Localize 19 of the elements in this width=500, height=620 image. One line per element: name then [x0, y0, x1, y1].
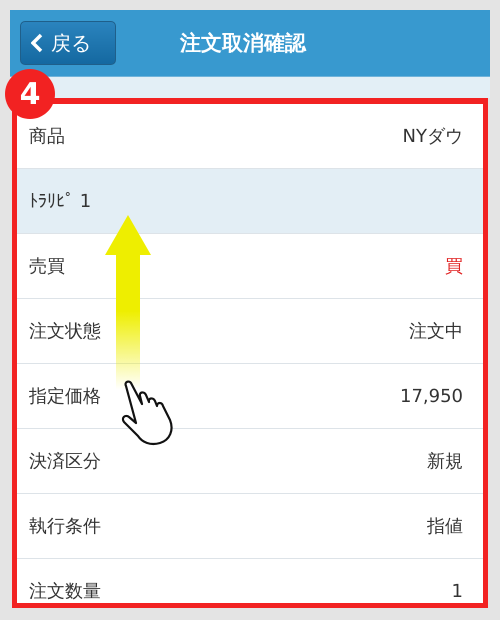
chevron-left-icon — [31, 33, 43, 53]
field-label: 注文数量 — [29, 580, 101, 603]
field-label: 商品 — [29, 125, 65, 148]
field-label: 指定価格 — [29, 385, 101, 408]
field-value: 指値 — [427, 515, 463, 538]
field-label: 売買 — [29, 255, 65, 278]
field-value: NYダウ — [402, 125, 463, 148]
field-label: 決済区分 — [29, 450, 101, 473]
field-value: 買 — [445, 255, 463, 278]
back-button[interactable]: 戻る — [20, 21, 116, 65]
field-value: 注文中 — [409, 320, 463, 343]
field-value: 1 — [452, 580, 463, 602]
swipe-up-arrow-icon — [103, 215, 153, 390]
field-value: 17,950 — [400, 386, 463, 406]
field-label: 注文状態 — [29, 320, 101, 343]
screen-title: 注文取消確認 — [180, 30, 306, 57]
section-title: ﾄﾗﾘﾋﾟ 1 — [29, 190, 92, 212]
field-value: 新規 — [427, 450, 463, 473]
field-label: 執行条件 — [29, 515, 101, 538]
